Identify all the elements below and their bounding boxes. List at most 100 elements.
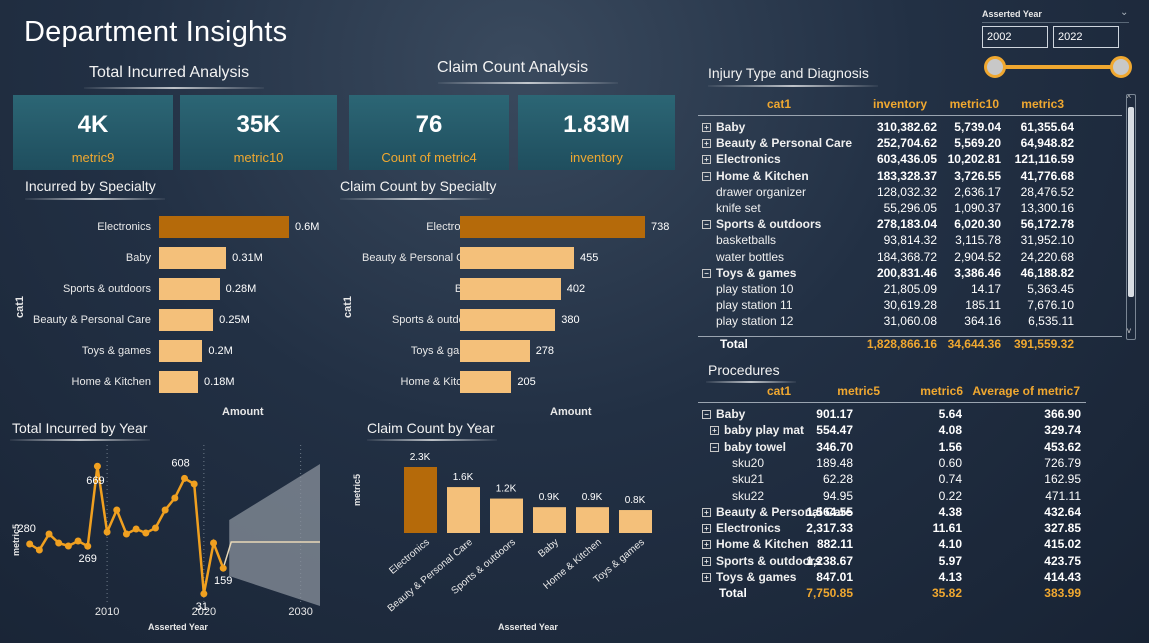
cell-value: 46,188.82 xyxy=(1020,265,1074,280)
table-row[interactable]: play station 12 31,060.08 364.16 6,535.11 xyxy=(702,314,1126,330)
table-row[interactable]: − Sports & outdoors 278,183.04 6,020.30 56,1… xyxy=(702,217,1126,233)
table-row[interactable]: drawer organizer 128,032.32 2,636.17 28,476… xyxy=(702,185,1126,201)
data-point[interactable] xyxy=(55,539,63,547)
bar[interactable] xyxy=(159,371,198,393)
cell-value: 329.74 xyxy=(1044,423,1081,438)
data-point[interactable] xyxy=(142,529,150,537)
bar[interactable] xyxy=(460,309,556,331)
collapse-icon[interactable]: − xyxy=(702,268,711,278)
table-row[interactable]: play station 10 21,805.09 14.17 5,363.45 xyxy=(702,282,1126,298)
row-label: − Sports & outdoors xyxy=(702,217,821,231)
row-label-text: play station 11 xyxy=(716,298,793,313)
bar[interactable] xyxy=(460,371,512,393)
bar[interactable] xyxy=(159,247,227,269)
expand-icon[interactable]: + xyxy=(702,139,711,149)
collapse-icon[interactable]: − xyxy=(710,442,719,452)
data-point[interactable] xyxy=(35,546,43,554)
cell-value: 2,317.33 xyxy=(806,521,853,536)
bar[interactable] xyxy=(460,247,575,269)
row-label: + Electronics xyxy=(702,152,781,166)
data-point[interactable] xyxy=(113,506,121,514)
chevron-down-icon[interactable]: ⌄ xyxy=(1120,7,1128,18)
expand-icon[interactable]: + xyxy=(702,524,711,534)
data-point[interactable] xyxy=(74,537,82,545)
scrollbar-thumb[interactable] xyxy=(1128,107,1134,297)
bar[interactable] xyxy=(404,467,437,533)
bar[interactable] xyxy=(460,278,561,300)
data-point[interactable] xyxy=(210,539,218,547)
table-row[interactable]: − Baby 901.17 5.64 366.90 xyxy=(702,407,1090,423)
table-row[interactable]: + Sports & outdoors 1,238.67 5.97 423.75 xyxy=(702,554,1090,570)
table-row[interactable]: knife set 55,296.05 1,090.37 13,300.16 xyxy=(702,201,1126,217)
data-point[interactable] xyxy=(84,542,92,550)
bar[interactable] xyxy=(490,498,523,533)
cell-value: 471.11 xyxy=(1045,488,1081,503)
expand-icon[interactable]: + xyxy=(702,540,711,550)
data-point[interactable] xyxy=(151,524,159,532)
collapse-icon[interactable]: − xyxy=(702,220,711,230)
collapse-icon[interactable]: − xyxy=(702,410,711,419)
data-point[interactable] xyxy=(190,480,198,488)
data-point[interactable] xyxy=(219,564,227,572)
expand-icon[interactable]: + xyxy=(702,573,711,582)
data-point[interactable] xyxy=(200,590,208,598)
table-row[interactable]: + baby play mat 554.47 4.08 329.74 xyxy=(702,423,1090,439)
scroll-down-icon[interactable]: v xyxy=(1127,326,1131,335)
data-label: 0.25M xyxy=(219,314,250,326)
data-point[interactable] xyxy=(171,494,179,502)
slicer-handle-end[interactable] xyxy=(1110,56,1132,78)
bar[interactable] xyxy=(533,507,566,533)
table-row[interactable]: basketballs 93,814.32 3,115.78 31,952.10 xyxy=(702,233,1126,249)
data-point[interactable] xyxy=(45,530,53,538)
table-row[interactable]: + Beauty & Personal Care 252,704.62 5,569.2… xyxy=(702,136,1126,152)
table-row[interactable]: − Toys & games 200,831.46 3,386.46 46,188.82 xyxy=(702,266,1126,282)
bar[interactable] xyxy=(619,510,652,533)
data-point[interactable] xyxy=(161,506,169,514)
cell-value: 7,676.10 xyxy=(1027,298,1074,313)
table-row[interactable]: sku20 189.48 0.60 726.79 xyxy=(702,456,1090,472)
table-row[interactable]: sku22 94.95 0.22 471.11 xyxy=(702,489,1090,505)
data-label: 0.28M xyxy=(225,283,257,295)
table-row[interactable]: sku21 62.28 0.74 162.95 xyxy=(702,472,1090,488)
table-row[interactable]: + Baby 310,382.62 5,739.04 61,355.64 xyxy=(702,120,1126,136)
table-row[interactable]: + Electronics 2,317.33 11.61 327.85 xyxy=(702,521,1090,537)
table-row[interactable]: play station 11 30,619.28 185.11 7,676.10 xyxy=(702,298,1126,314)
data-point[interactable] xyxy=(64,542,72,550)
data-point[interactable] xyxy=(132,525,140,533)
slicer-to-input[interactable]: 2022 xyxy=(1053,26,1119,48)
table-row[interactable]: water bottles 184,368.72 2,904.52 24,220.68 xyxy=(702,250,1126,266)
bar[interactable] xyxy=(447,487,480,533)
bar[interactable] xyxy=(159,278,220,300)
total-row: Total 1,828,866.16 34,644.36 391,559.32 xyxy=(702,337,1126,353)
table-row[interactable]: − Home & Kitchen 183,328.37 3,726.55 41,776.… xyxy=(702,169,1126,185)
bar[interactable] xyxy=(460,340,530,362)
expand-icon[interactable]: + xyxy=(702,123,711,132)
data-point[interactable] xyxy=(26,540,34,548)
expand-icon[interactable]: + xyxy=(710,426,719,436)
table-row[interactable]: + Electronics 603,436.05 10,202.81 121,116.5… xyxy=(702,152,1126,168)
data-point[interactable] xyxy=(181,474,189,482)
table-row[interactable]: + Toys & games 847.01 4.13 414.43 xyxy=(702,570,1090,586)
collapse-icon[interactable]: − xyxy=(702,171,711,181)
kpi-label: metric9 xyxy=(71,150,115,165)
scroll-up-icon[interactable]: ^ xyxy=(1127,94,1131,103)
data-point[interactable] xyxy=(103,528,111,536)
slicer-handle-start[interactable] xyxy=(984,56,1006,78)
scrollbar-track[interactable] xyxy=(1126,94,1136,340)
expand-icon[interactable]: + xyxy=(702,507,711,517)
data-point[interactable] xyxy=(122,530,130,538)
data-point[interactable] xyxy=(93,462,101,470)
slicer-from-input[interactable]: 2002 xyxy=(982,26,1048,48)
row-label-text: water bottles xyxy=(716,249,785,264)
bar[interactable] xyxy=(159,340,203,362)
category-label: Home & Kitchen xyxy=(71,376,151,388)
bar[interactable] xyxy=(460,216,645,238)
table-row[interactable]: + Home & Kitchen 882.11 4.10 415.02 xyxy=(702,537,1090,553)
bar[interactable] xyxy=(159,309,214,331)
expand-icon[interactable]: + xyxy=(702,155,711,165)
table-row[interactable]: − baby towel 346.70 1.56 453.62 xyxy=(702,440,1090,456)
expand-icon[interactable]: + xyxy=(702,556,711,566)
table-row[interactable]: + Beauty & Personal Care 1,564.55 4.38 432.6… xyxy=(702,505,1090,521)
bar[interactable] xyxy=(159,216,289,238)
bar[interactable] xyxy=(576,507,609,533)
